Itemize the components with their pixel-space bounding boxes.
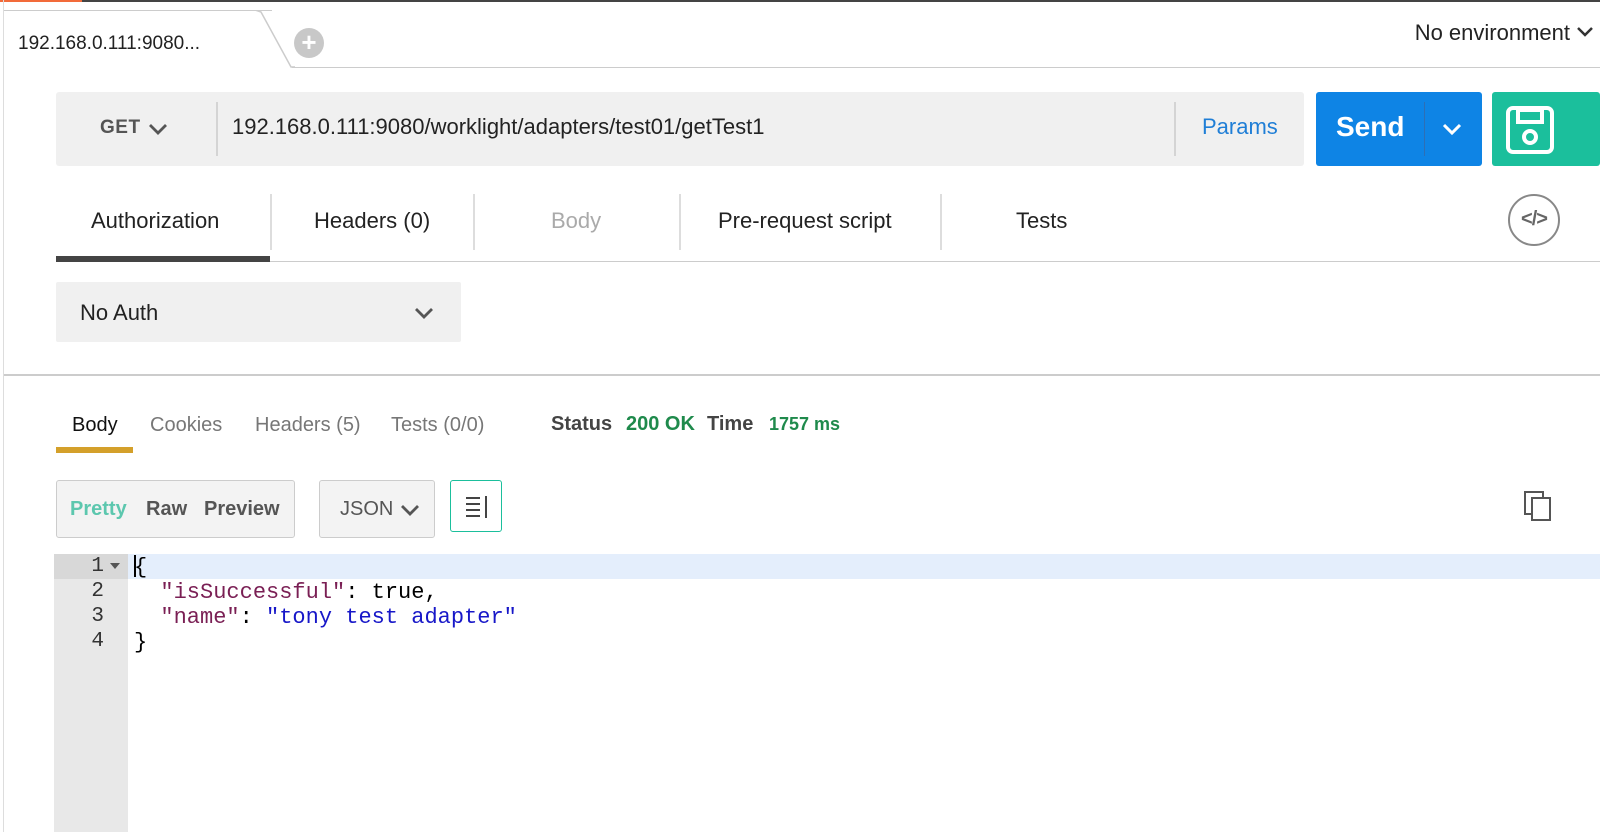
tab-authorization[interactable]: Authorization xyxy=(91,208,219,234)
plus-circle-icon[interactable]: + xyxy=(294,28,324,58)
response-active-tab-indicator xyxy=(56,447,133,453)
window-left-border xyxy=(3,0,4,832)
tab-bar-divider xyxy=(292,67,1600,68)
time-value: 1757 ms xyxy=(769,414,841,434)
request-tab-label[interactable]: 192.168.0.111:9080... xyxy=(18,33,200,55)
line-number: 4 xyxy=(91,630,104,653)
save-icon[interactable] xyxy=(1506,106,1554,154)
chevron-down-icon[interactable] xyxy=(148,122,168,136)
tab-divider xyxy=(679,194,681,250)
params-button[interactable]: Params xyxy=(1202,114,1278,140)
send-button[interactable]: Send xyxy=(1316,92,1482,166)
json-brace: } xyxy=(134,630,148,655)
window-accent-bar xyxy=(0,0,82,2)
send-divider xyxy=(1424,102,1425,156)
json-value: "tony test adapter" xyxy=(266,605,517,630)
status-label: Status xyxy=(551,413,613,435)
section-divider xyxy=(4,374,1600,376)
fold-toggle-icon[interactable] xyxy=(110,563,120,569)
tab-headers[interactable]: Headers (0) xyxy=(314,208,430,234)
view-pretty-button[interactable]: Pretty xyxy=(70,498,127,521)
active-line-highlight xyxy=(54,554,1600,579)
chevron-down-icon[interactable] xyxy=(1576,26,1594,38)
time-label: Time xyxy=(707,413,754,435)
wrap-lines-icon[interactable] xyxy=(464,495,490,519)
wrap-lines-button[interactable] xyxy=(450,480,502,532)
url-input[interactable]: 192.168.0.111:9080/worklight/adapters/te… xyxy=(232,114,764,140)
code-line[interactable]: "isSuccessful": true, xyxy=(134,580,437,605)
tab-divider xyxy=(270,194,272,250)
environment-selector[interactable]: No environment xyxy=(1415,20,1570,46)
response-tab-tests[interactable]: Tests (0/0) xyxy=(391,414,484,437)
chevron-down-icon[interactable] xyxy=(400,503,420,517)
line-number: 3 xyxy=(91,605,104,628)
tab-pre-request-script[interactable]: Pre-request script xyxy=(718,208,892,234)
code-line[interactable]: "name": "tony test adapter" xyxy=(134,605,517,630)
tab-edge xyxy=(255,10,295,68)
chevron-down-icon[interactable] xyxy=(414,306,434,320)
format-value[interactable]: JSON xyxy=(340,498,393,521)
request-tabs-divider xyxy=(56,261,1600,262)
code-snippet-icon[interactable]: </> xyxy=(1508,194,1560,246)
view-raw-button[interactable]: Raw xyxy=(146,498,187,521)
tab-divider xyxy=(940,194,942,250)
line-number: 2 xyxy=(91,580,104,603)
send-button-label[interactable]: Send xyxy=(1336,111,1404,143)
line-number: 1 xyxy=(91,555,104,578)
auth-type-value[interactable]: No Auth xyxy=(80,300,158,326)
response-tab-body[interactable]: Body xyxy=(72,414,118,437)
view-preview-button[interactable]: Preview xyxy=(204,498,280,521)
status-value: 200 OK xyxy=(626,413,695,435)
tab-tests[interactable]: Tests xyxy=(1016,208,1067,234)
json-key: "isSuccessful" xyxy=(160,580,346,605)
response-tab-headers[interactable]: Headers (5) xyxy=(255,414,361,437)
url-divider xyxy=(1174,102,1176,156)
url-divider xyxy=(216,102,218,156)
format-select[interactable]: JSON xyxy=(319,480,435,538)
tab-body[interactable]: Body xyxy=(551,208,601,234)
window-top-border xyxy=(0,0,1600,2)
save-button[interactable] xyxy=(1492,92,1600,166)
response-tab-cookies[interactable]: Cookies xyxy=(150,414,222,437)
code-line[interactable]: } xyxy=(134,630,147,655)
code-line[interactable]: { xyxy=(134,555,147,580)
tab-divider xyxy=(473,194,475,250)
auth-type-select[interactable]: No Auth xyxy=(56,282,461,342)
active-tab-indicator xyxy=(56,256,270,262)
copy-icon[interactable] xyxy=(1524,491,1552,521)
chevron-down-icon[interactable] xyxy=(1441,122,1463,136)
json-brace: { xyxy=(134,555,148,580)
json-key: "name" xyxy=(160,605,240,630)
method-selector[interactable]: GET xyxy=(100,117,141,139)
json-value: true xyxy=(371,580,425,605)
